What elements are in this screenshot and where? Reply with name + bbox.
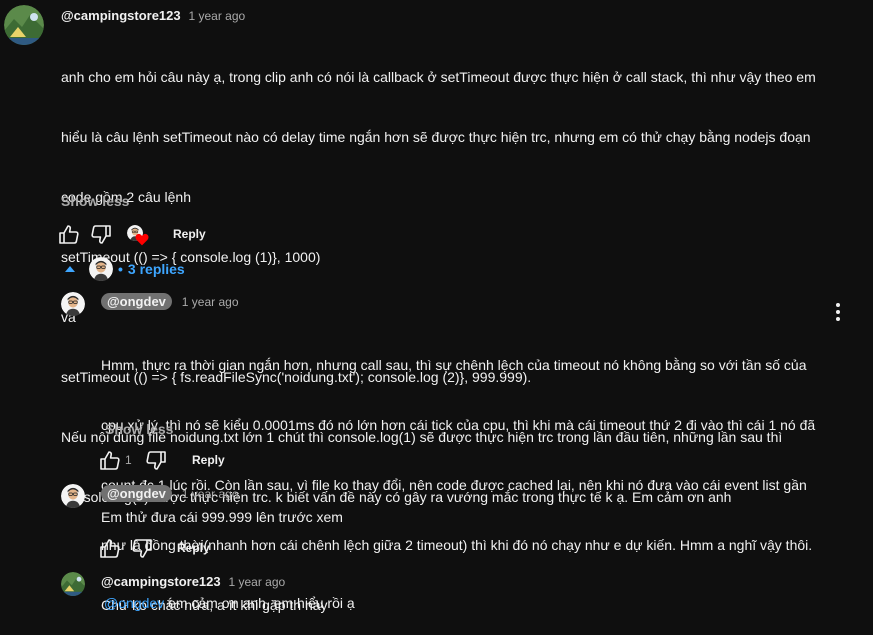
replies-count[interactable]: 3 replies [128,261,185,277]
like-icon[interactable] [98,449,122,473]
reply-line: Hmm, thực ra thời gian ngắn hơn, nhưng c… [101,357,807,373]
dislike-icon[interactable] [130,536,154,560]
avatar[interactable] [4,5,44,45]
reply-button[interactable]: Reply [173,227,206,241]
heart-icon [135,233,149,246]
like-icon[interactable] [98,537,122,561]
reply-text: @ongdev em cảm ơn anh, em hiểu rồi ạ [104,593,355,613]
reply-message: em cảm ơn anh, em hiểu rồi ạ [164,595,355,611]
comment-line: anh cho em hỏi câu này ạ, trong clip anh… [61,69,816,85]
avatar[interactable] [61,572,85,596]
avatar[interactable] [61,484,85,508]
comment-author[interactable]: @campingstore123 [61,8,181,23]
reply-text: Em thử đưa cái 999.999 lên trước xem [101,509,343,525]
reply-time[interactable]: 1 year ago [229,575,286,589]
reply-line: cpu xử lý, thì nó sẽ kiểu 0.0001ms đó nó… [101,417,816,433]
reply-button[interactable]: Reply [192,453,225,467]
caret-up-icon [65,266,75,272]
reply-author[interactable]: @ongdev [101,485,172,502]
like-count: 1 [125,453,132,467]
dislike-icon[interactable] [144,448,168,472]
show-less-button[interactable]: Show less [61,193,129,209]
dislike-icon[interactable] [89,222,113,246]
reply-author[interactable]: @campingstore123 [101,574,221,589]
reply-time[interactable]: 1 year ago [182,487,239,501]
creator-heart [127,225,151,249]
comment-line: code gồm 2 câu lệnh [61,189,191,205]
reply-author[interactable]: @ongdev [101,293,172,310]
like-icon[interactable] [57,223,81,247]
replies-toggle[interactable]: • 3 replies [64,257,185,281]
show-less-button[interactable]: Show less [105,421,173,437]
comment-line: hiểu là câu lệnh setTimeout nào có delay… [61,129,811,145]
avatar[interactable] [61,292,85,316]
mention-link[interactable]: @ongdev [104,595,164,611]
reply-time[interactable]: 1 year ago [182,295,239,309]
more-vert-icon[interactable] [828,301,848,323]
creator-avatar-icon [89,257,113,281]
reply-button[interactable]: Reply [177,541,210,555]
dot-separator: • [118,261,123,277]
comment-time[interactable]: 1 year ago [189,9,246,23]
